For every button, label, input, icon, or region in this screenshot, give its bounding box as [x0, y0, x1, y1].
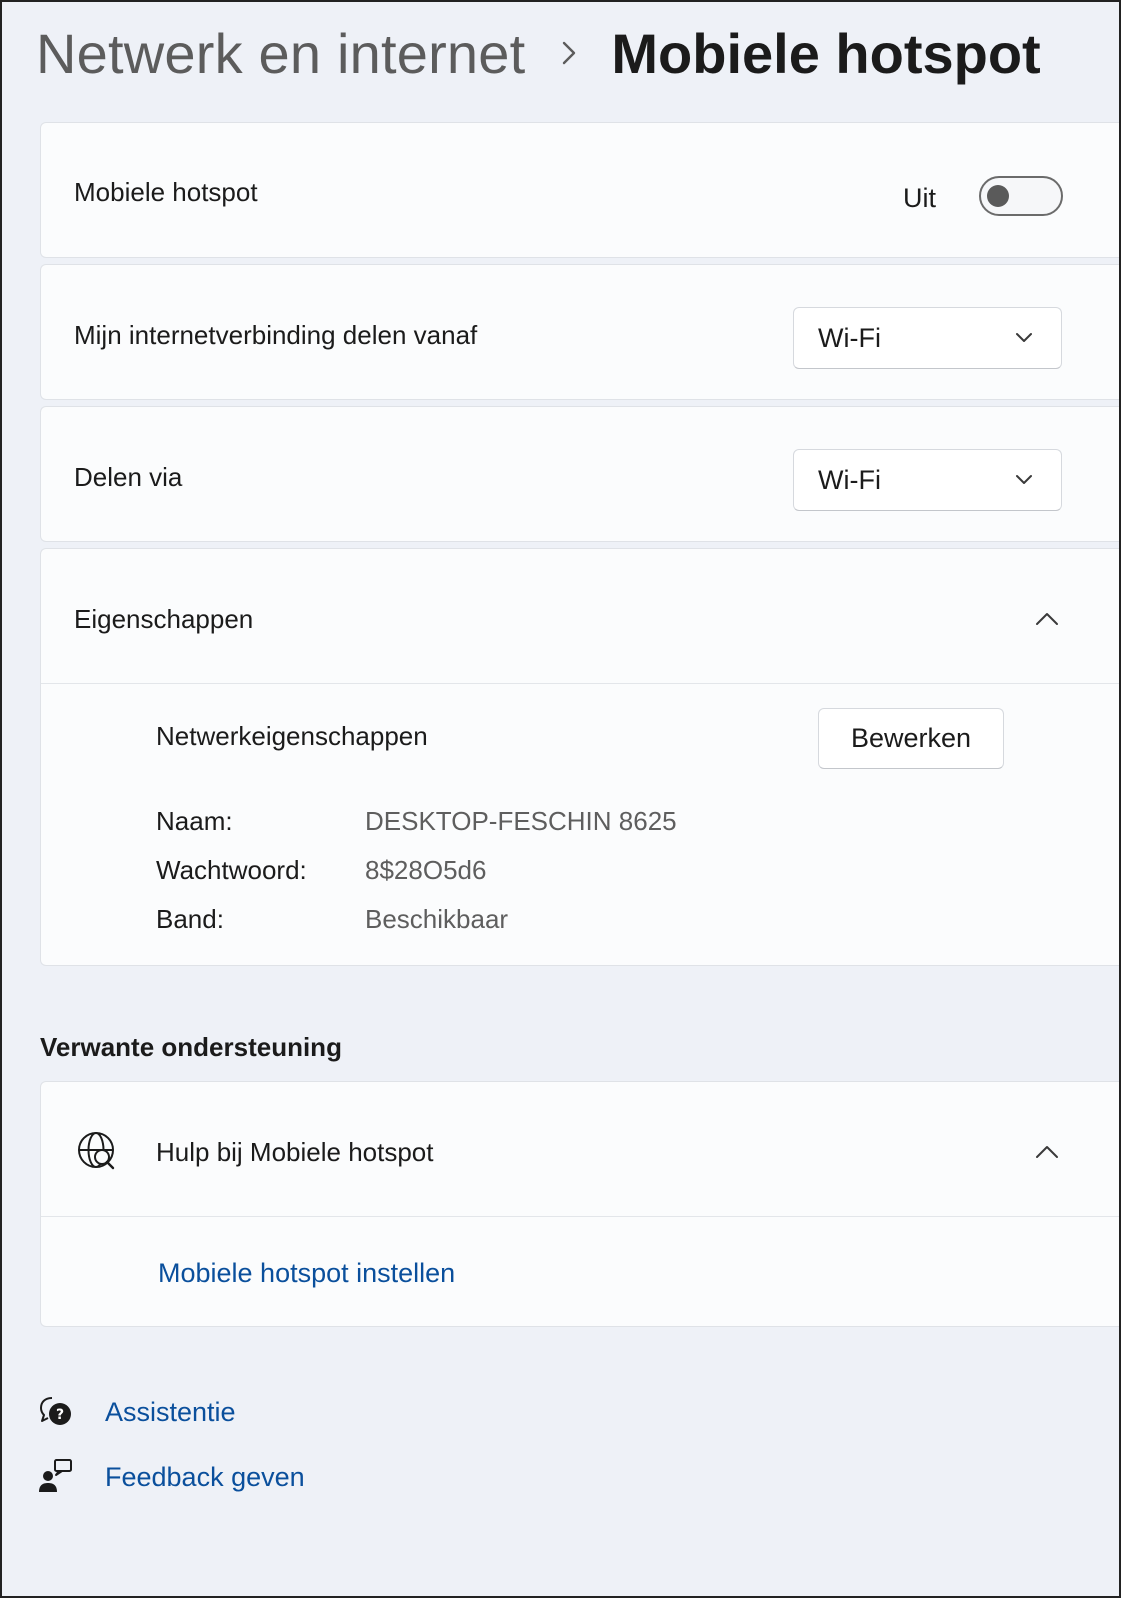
share-from-value: Wi-Fi	[818, 322, 881, 353]
help-title: Hulp bij Mobiele hotspot	[156, 1137, 434, 1167]
toggle-knob	[987, 185, 1009, 207]
chevron-up-icon[interactable]	[1035, 1145, 1059, 1164]
globe-search-icon	[76, 1130, 118, 1177]
share-via-label: Delen via	[74, 462, 183, 492]
property-password-label: Wachtwoord:	[156, 855, 307, 885]
chevron-up-icon[interactable]	[1035, 612, 1059, 631]
chevron-right-icon	[561, 40, 577, 66]
properties-label: Eigenschappen	[74, 604, 254, 634]
setup-hotspot-link[interactable]: Mobiele hotspot instellen	[158, 1258, 455, 1289]
toggle-state-label: Uit	[903, 183, 936, 213]
network-properties-title: Netwerkeigenschappen	[156, 721, 428, 751]
chevron-down-icon	[1015, 330, 1033, 348]
property-band-value: Beschikbaar	[365, 904, 509, 934]
share-via-card: Delen via Wi-Fi	[40, 406, 1121, 542]
property-password-value: 8$28O5d6	[365, 855, 487, 885]
share-from-card: Mijn internetverbinding delen vanaf Wi-F…	[40, 264, 1121, 400]
hotspot-toggle-label: Mobiele hotspot	[74, 177, 258, 207]
share-from-label: Mijn internetverbinding delen vanaf	[74, 320, 478, 350]
share-via-value: Wi-Fi	[818, 464, 881, 495]
edit-button[interactable]: Bewerken	[818, 708, 1004, 769]
related-support-card: Hulp bij Mobiele hotspot Mobiele hotspot…	[40, 1081, 1121, 1327]
properties-header[interactable]: Eigenschappen	[41, 549, 1121, 683]
divider	[41, 683, 1121, 684]
property-name-label: Naam:	[156, 806, 233, 836]
feedback-link[interactable]: Feedback geven	[105, 1462, 305, 1493]
related-support-heading: Verwante ondersteuning	[40, 1032, 342, 1062]
properties-card: Eigenschappen Netwerkeigenschappen Bewer…	[40, 548, 1121, 966]
help-header[interactable]: Hulp bij Mobiele hotspot	[41, 1082, 1121, 1216]
feedback-person-icon	[38, 1458, 74, 1499]
svg-text:?: ?	[56, 1407, 64, 1423]
share-from-dropdown[interactable]: Wi-Fi	[793, 307, 1062, 369]
property-band-label: Band:	[156, 904, 224, 934]
breadcrumb: Netwerk en internet Mobiele hotspot	[36, 18, 1041, 88]
hotspot-toggle-card: Mobiele hotspot Uit	[40, 122, 1121, 258]
chevron-down-icon	[1015, 472, 1033, 490]
property-name-value: DESKTOP-FESCHIN 8625	[365, 806, 677, 836]
breadcrumb-parent[interactable]: Netwerk en internet	[36, 21, 525, 86]
page-title: Mobiele hotspot	[611, 21, 1041, 85]
divider	[41, 1216, 1121, 1217]
help-chat-icon: ?	[38, 1394, 74, 1433]
assist-link[interactable]: Assistentie	[105, 1397, 236, 1428]
hotspot-toggle-switch[interactable]	[979, 176, 1063, 216]
share-via-dropdown[interactable]: Wi-Fi	[793, 449, 1062, 511]
